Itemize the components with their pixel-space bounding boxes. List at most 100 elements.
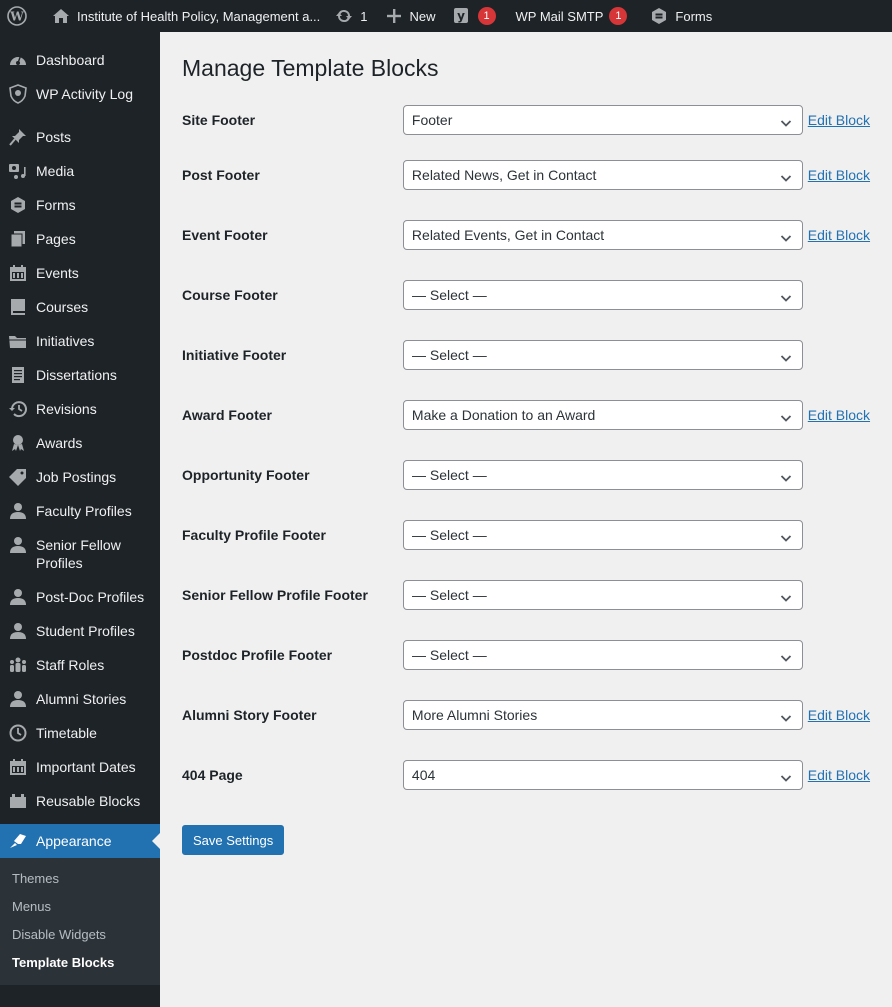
select-value: — Select — (412, 287, 487, 303)
template-block-select[interactable]: Footer (402, 105, 803, 135)
wordpress-logo-icon: W (7, 6, 27, 26)
sidebar-item-label: Media (36, 163, 75, 179)
form-row: Award Footer Make a Donation to an Award E… (182, 385, 870, 445)
edit-block-link[interactable]: Edit Block (808, 767, 870, 783)
template-block-select[interactable]: — Select — (403, 340, 803, 370)
template-block-select[interactable]: 404 (402, 760, 803, 790)
sidebar-item-media[interactable]: Media (0, 154, 160, 188)
template-block-select[interactable]: More Alumni Stories (402, 700, 803, 730)
sidebar-item-post-doc-profiles[interactable]: Post-Doc Profiles (0, 580, 160, 614)
chevron-down-icon (780, 350, 792, 366)
yoast-seo-link[interactable]: y 1 (444, 0, 504, 32)
plus-icon (384, 6, 404, 26)
sidebar-item-appearance[interactable]: Appearance (0, 824, 160, 858)
submenu-item-disable-widgets[interactable]: Disable Widgets (0, 921, 160, 949)
template-block-select[interactable]: — Select — (403, 580, 803, 610)
sidebar-item-dissertations[interactable]: Dissertations (0, 358, 160, 392)
template-block-select[interactable]: — Select — (403, 280, 803, 310)
sidebar-item-staff-roles[interactable]: Staff Roles (0, 648, 160, 682)
user-icon (8, 536, 28, 554)
sidebar-item-courses[interactable]: Courses (0, 290, 160, 324)
form-row: Opportunity Footer — Select — (182, 445, 870, 505)
template-block-select[interactable]: Related News, Get in Contact (402, 160, 803, 190)
sidebar-item-label: Pages (36, 231, 76, 247)
user-icon (8, 588, 28, 606)
template-block-select[interactable]: Related Events, Get in Contact (402, 220, 803, 250)
edit-block-link[interactable]: Edit Block (808, 407, 870, 423)
sidebar-item-reusable-blocks[interactable]: Reusable Blocks (0, 784, 160, 818)
select-value: — Select — (412, 347, 487, 363)
chevron-down-icon (780, 230, 792, 246)
forms-icon (649, 6, 669, 26)
sidebar-item-label: Reusable Blocks (36, 793, 141, 809)
new-content-link[interactable]: New (376, 0, 444, 32)
sidebar-item-student-profiles[interactable]: Student Profiles (0, 614, 160, 648)
sidebar-item-wp-activity-log[interactable]: WP Activity Log (0, 77, 160, 111)
smtp-label: WP Mail SMTP (515, 8, 604, 24)
form-row: Senior Fellow Profile Footer — Select — (182, 565, 870, 625)
select-value: — Select — (412, 587, 487, 603)
site-name: Institute of Health Policy, Management a… (77, 8, 321, 24)
edit-block-link[interactable]: Edit Block (808, 227, 870, 243)
sidebar-item-label: Faculty Profiles (36, 503, 132, 519)
edit-block-link[interactable]: Edit Block (808, 112, 870, 128)
form-row: Alumni Story Footer More Alumni Stories Ed… (182, 685, 870, 745)
form-row: Faculty Profile Footer — Select — (182, 505, 870, 565)
sidebar-item-timetable[interactable]: Timetable (0, 716, 160, 750)
updates-link[interactable]: 1 (328, 0, 375, 32)
sidebar-item-important-dates[interactable]: Important Dates (0, 750, 160, 784)
sidebar-item-dashboard[interactable]: Dashboard (0, 43, 160, 77)
chevron-down-icon (780, 470, 792, 486)
template-block-select[interactable]: — Select — (403, 640, 803, 670)
user-icon (8, 502, 28, 520)
sidebar-item-label: Revisions (36, 401, 97, 417)
sidebar-item-events[interactable]: Events (0, 256, 160, 290)
sidebar-item-pages[interactable]: Pages (0, 222, 160, 256)
template-block-select[interactable]: — Select — (403, 520, 803, 550)
sidebar-item-job-postings[interactable]: Job Postings (0, 460, 160, 494)
field-label: Alumni Story Footer (182, 707, 317, 723)
sidebar-item-senior-fellow-profiles[interactable]: Senior Fellow Profiles (0, 528, 160, 580)
field-label: Postdoc Profile Footer (182, 647, 333, 663)
wp-mail-smtp-link[interactable]: WP Mail SMTP 1 (504, 0, 636, 32)
sidebar-item-forms[interactable]: Forms (0, 188, 160, 222)
sidebar-item-alumni-stories[interactable]: Alumni Stories (0, 682, 160, 716)
clock-icon (8, 724, 28, 742)
sidebar-item-initiatives[interactable]: Initiatives (0, 324, 160, 358)
sidebar-item-label: Events (36, 265, 79, 281)
user-icon (8, 622, 28, 640)
sidebar-item-revisions[interactable]: Revisions (0, 392, 160, 426)
sidebar-item-label: Job Postings (36, 469, 117, 485)
edit-block-link[interactable]: Edit Block (808, 707, 870, 723)
yoast-badge: 1 (477, 7, 496, 25)
sidebar-item-label: Awards (36, 435, 83, 451)
submenu-item-themes[interactable]: Themes (0, 865, 160, 893)
save-settings-button[interactable]: Save Settings (182, 825, 285, 855)
block-icon (8, 792, 28, 810)
field-label: Faculty Profile Footer (182, 527, 326, 543)
form-row: 404 Page 404 Edit Block (182, 745, 870, 805)
chevron-down-icon (780, 290, 792, 306)
submenu-item-template-blocks[interactable]: Template Blocks (0, 949, 160, 977)
sidebar-item-awards[interactable]: Awards (0, 426, 160, 460)
template-block-select[interactable]: — Select — (403, 460, 803, 490)
sidebar-item-posts[interactable]: Posts (0, 120, 160, 154)
menu-separator (0, 111, 160, 120)
sidebar-item-label: Posts (36, 129, 72, 145)
tag-icon (8, 468, 28, 486)
select-value: Related News, Get in Contact (411, 167, 597, 183)
sidebar-item-label: Initiatives (36, 333, 95, 349)
sidebar-item-faculty-profiles[interactable]: Faculty Profiles (0, 494, 160, 528)
history-icon (8, 400, 28, 418)
field-label: Award Footer (182, 407, 272, 423)
forms-icon (8, 196, 28, 214)
media-icon (8, 162, 28, 180)
admin-bar: W Institute of Health Policy, Management… (0, 0, 892, 32)
wordpress-logo-button[interactable]: W (0, 0, 43, 32)
forms-link[interactable]: Forms (635, 0, 720, 32)
submenu-item-menus[interactable]: Menus (0, 893, 160, 921)
edit-block-link[interactable]: Edit Block (808, 167, 870, 183)
template-block-select[interactable]: Make a Donation to an Award (402, 400, 803, 430)
current-menu-arrow (152, 833, 160, 849)
site-name-link[interactable]: Institute of Health Policy, Management a… (43, 0, 328, 32)
